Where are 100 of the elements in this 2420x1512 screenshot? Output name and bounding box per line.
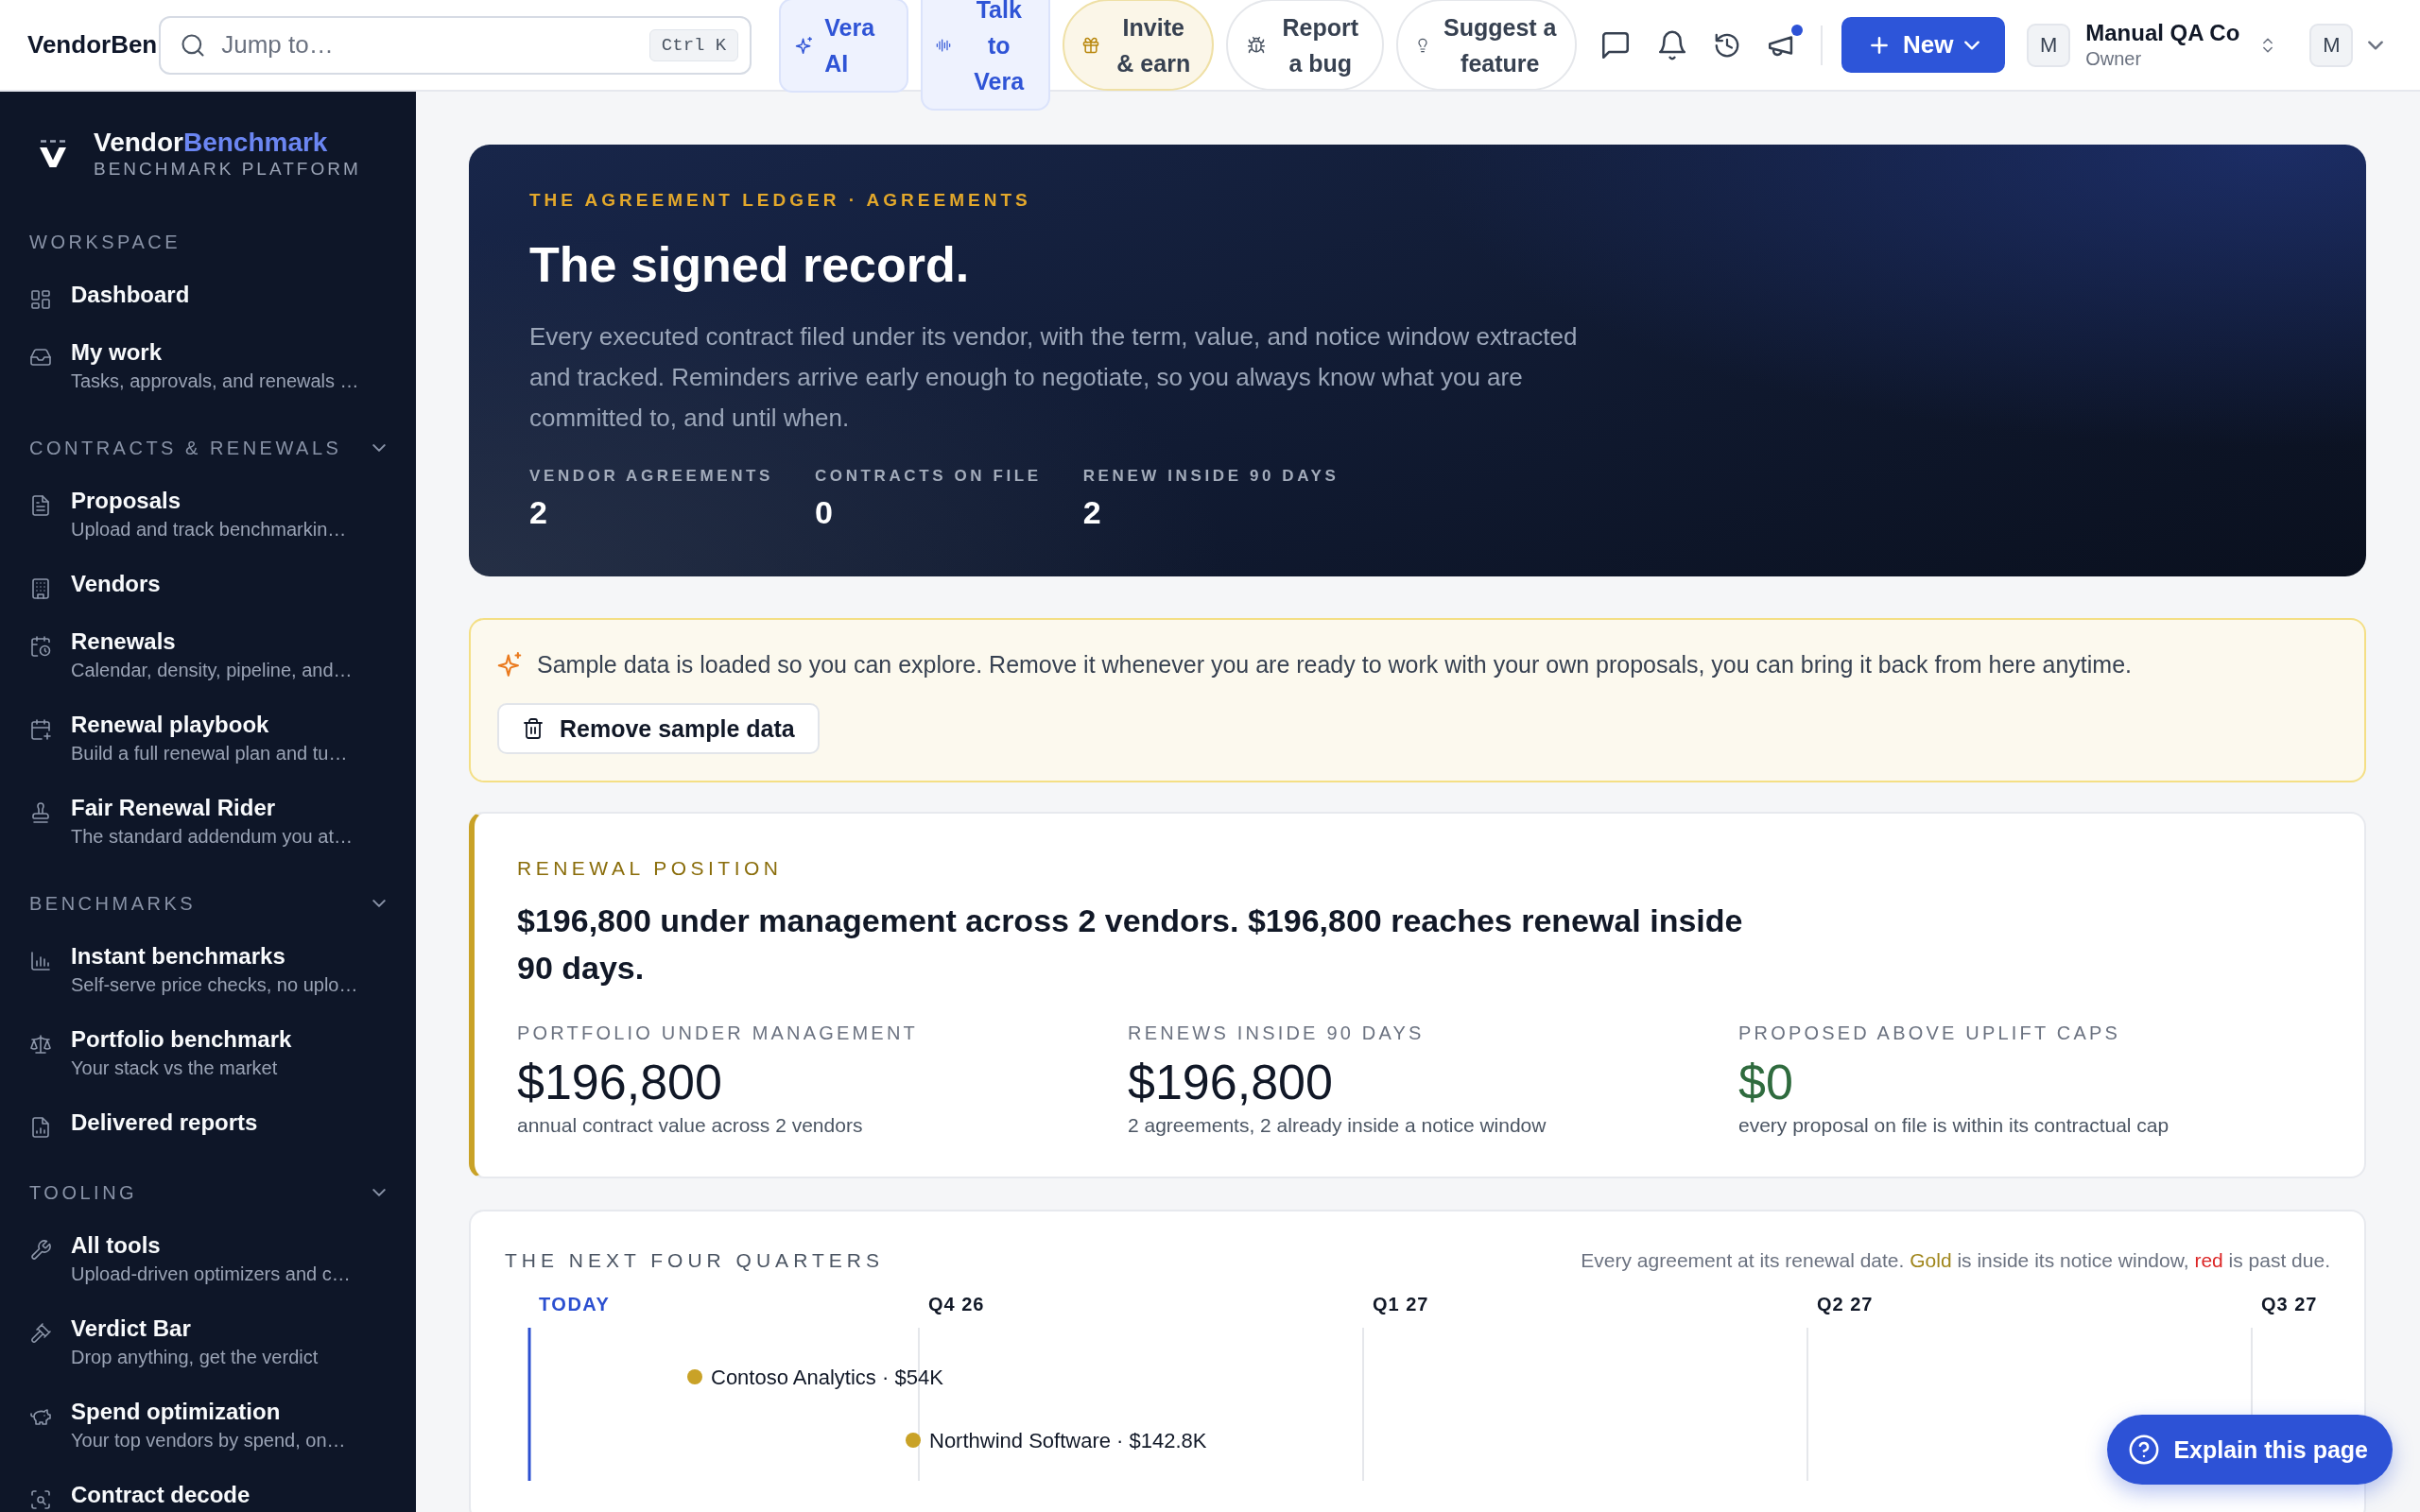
chevron-down-icon[interactable]	[372, 1189, 386, 1196]
card-title: THE NEXT FOUR QUARTERS	[505, 1248, 884, 1273]
trash-icon	[522, 717, 544, 740]
nav-item[interactable]: Contract decode	[29, 1467, 399, 1511]
nav-item-description: Your top vendors by spend, on…	[71, 1428, 346, 1452]
nav-item-label: Spend optimization	[71, 1397, 282, 1426]
bug-icon	[1246, 35, 1266, 55]
metric-note: every proposal on file is within its contractual cap	[1738, 1113, 2170, 1138]
nav-item-description: Tasks, approvals, and renewals …	[71, 369, 359, 393]
nav-item-label: Contract decode	[71, 1480, 251, 1509]
nav-item-label: Fair Renewal Rider	[71, 793, 277, 822]
stat-value: 0	[815, 493, 834, 532]
sound-wave-icon	[936, 37, 952, 53]
new-button[interactable]: New	[1841, 17, 2006, 73]
calendar-plus-icon	[29, 717, 52, 741]
metric-label: PORTFOLIO UNDER MANAGEMENT	[517, 1022, 919, 1045]
nav-item[interactable]: Portfolio benchmark Your stack vs the market	[29, 1011, 399, 1094]
chevron-down-icon[interactable]	[372, 444, 386, 452]
nav-item-description: Drop anything, get the verdict	[71, 1345, 319, 1369]
logo-icon	[39, 140, 67, 168]
toolbar-button[interactable]: Report a bug	[1226, 0, 1385, 91]
nav-item[interactable]: My work Tasks, approvals, and renewals …	[29, 324, 399, 407]
hammer-icon	[29, 1321, 52, 1345]
help-icon	[2128, 1434, 2161, 1466]
today-label: TODAY	[539, 1294, 611, 1314]
nav-item[interactable]: Proposals Upload and track benchmarkin…	[29, 472, 399, 556]
balance-scale-icon	[29, 1032, 52, 1056]
renewal-label: Contoso Analytics · $54K	[711, 1366, 943, 1389]
section-heading: BENCHMARKS	[29, 892, 197, 916]
metric-value: $0	[1738, 1054, 1794, 1111]
nav-item-description: Upload-driven optimizers and c…	[71, 1262, 351, 1286]
section-heading: CONTRACTS & RENEWALS	[29, 437, 342, 460]
nav-item-label: Dashboard	[71, 280, 190, 309]
scan-icon	[29, 1487, 52, 1511]
toolbar-button[interactable]: Talk to Vera	[921, 0, 1051, 111]
workspace-role: Owner	[2085, 46, 2143, 70]
nav-item-label: My work	[71, 337, 164, 367]
nav-item-description: Self-serve price checks, no uplo…	[71, 972, 358, 997]
chevron-down-icon[interactable]	[2368, 40, 2384, 50]
nav-item-label: Renewal playbook	[71, 710, 270, 739]
nav-item-description: The standard addendum you at…	[71, 824, 353, 849]
grid-icon	[29, 287, 52, 311]
nav-item-label: All tools	[71, 1230, 162, 1260]
metric-label: RENEWS INSIDE 90 DAYS	[1128, 1022, 1426, 1045]
nav-item[interactable]: Renewal playbook Build a full renewal plan and tu…	[29, 696, 399, 780]
nav-item[interactable]: Delivered reports	[29, 1094, 399, 1152]
building-icon	[29, 576, 52, 600]
card-headline: $196,800 under management across 2 vendors. $196,800 reaches renewal inside 90 days.	[517, 902, 1744, 988]
toolbar-button[interactable]: Invite & earn	[1063, 0, 1215, 91]
sparkle-icon	[497, 652, 522, 677]
hero-eyebrow: THE AGREEMENT LEDGER · AGREEMENTS	[529, 189, 1032, 212]
chevron-down-icon	[1964, 40, 1980, 50]
quarter-label: Q1 27	[1373, 1294, 1429, 1314]
wrench-icon	[29, 1238, 52, 1262]
metric-value: $196,800	[1128, 1054, 1334, 1111]
search-icon	[180, 31, 207, 59]
stat-label: RENEW INSIDE 90 DAYS	[1082, 466, 1340, 487]
metric-value: $196,800	[517, 1054, 723, 1111]
nav-item[interactable]: Fair Renewal Rider The standard addendum you at…	[29, 780, 399, 863]
remove-sample-data-button[interactable]: Remove sample data	[497, 703, 820, 754]
stat-value: 2	[529, 493, 548, 532]
nav-item-label: Delivered reports	[71, 1108, 258, 1137]
toolbar-button[interactable]: Suggest a feature	[1396, 0, 1578, 91]
chart-document-icon	[29, 1115, 52, 1139]
card-eyebrow: RENEWAL POSITION	[517, 856, 784, 881]
nav-item-label: Verdict Bar	[71, 1314, 192, 1343]
shortcut-hint: Ctrl K	[648, 28, 739, 61]
nav-item[interactable]: Renewals Calendar, density, pipeline, and…	[29, 613, 399, 696]
workspace-avatar[interactable]: M	[2027, 23, 2071, 67]
chevron-down-icon[interactable]	[372, 900, 386, 907]
notice-text: Sample data is loaded so you can explore. Remove it whenever you are ready to work with your own proposals, you can bring it back from here anytime.	[537, 650, 2132, 679]
renewal-label: Northwind Software · $142.8K	[929, 1429, 1207, 1452]
toolbar-button[interactable]: Vera AI	[779, 0, 909, 93]
explain-page-button[interactable]: Explain this page	[2107, 1415, 2393, 1485]
gift-icon	[1081, 35, 1101, 55]
timeline-legend: Every agreement at its renewal date. Gold is inside its notice window, red is past due.	[1581, 1249, 2330, 1272]
nav-item-description: Your stack vs the market	[71, 1056, 279, 1080]
nav-item-label: Proposals	[71, 486, 182, 515]
nav-item[interactable]: Spend optimization Your top vendors by spend, on…	[29, 1383, 399, 1467]
nav-item[interactable]: Dashboard	[29, 266, 399, 324]
page-description: Every executed contract filed under its vendor, with the term, value, and notice window extracted and tracked. Reminders arrive early enough to negotiate, so you always know what you are committed to, and until when.	[529, 321, 1579, 434]
calendar-clock-icon	[29, 634, 52, 658]
nav-item[interactable]: All tools Upload-driven optimizers and c…	[29, 1217, 399, 1300]
brand-name[interactable]: VendorBenchmark	[94, 128, 361, 158]
workspace-name[interactable]: Manual QA Co	[2085, 20, 2240, 47]
nav-item-label: Vendors	[71, 569, 161, 598]
quarter-label: Q4 26	[928, 1294, 985, 1314]
metric-label: PROPOSED ABOVE UPLIFT CAPS	[1738, 1022, 2122, 1045]
nav-item-description: Build a full renewal plan and tu…	[71, 741, 348, 765]
brand-name: VendorBen	[27, 30, 158, 60]
nav-item-description: Upload and track benchmarkin…	[71, 517, 347, 541]
document-icon	[29, 493, 52, 517]
nav-item[interactable]: Verdict Bar Drop anything, get the verdict	[29, 1300, 399, 1383]
quarter-label: Q3 27	[2261, 1294, 2318, 1314]
metric-note: annual contract value across 2 vendors	[517, 1113, 864, 1138]
nav-item[interactable]: Instant benchmarks Self-serve price checks, no uplo…	[29, 928, 399, 1011]
user-avatar[interactable]: M	[2309, 23, 2354, 67]
nav-item[interactable]: Vendors	[29, 556, 399, 613]
quarter-label: Q2 27	[1817, 1294, 1874, 1314]
brand-tagline: BENCHMARK PLATFORM	[94, 158, 361, 180]
